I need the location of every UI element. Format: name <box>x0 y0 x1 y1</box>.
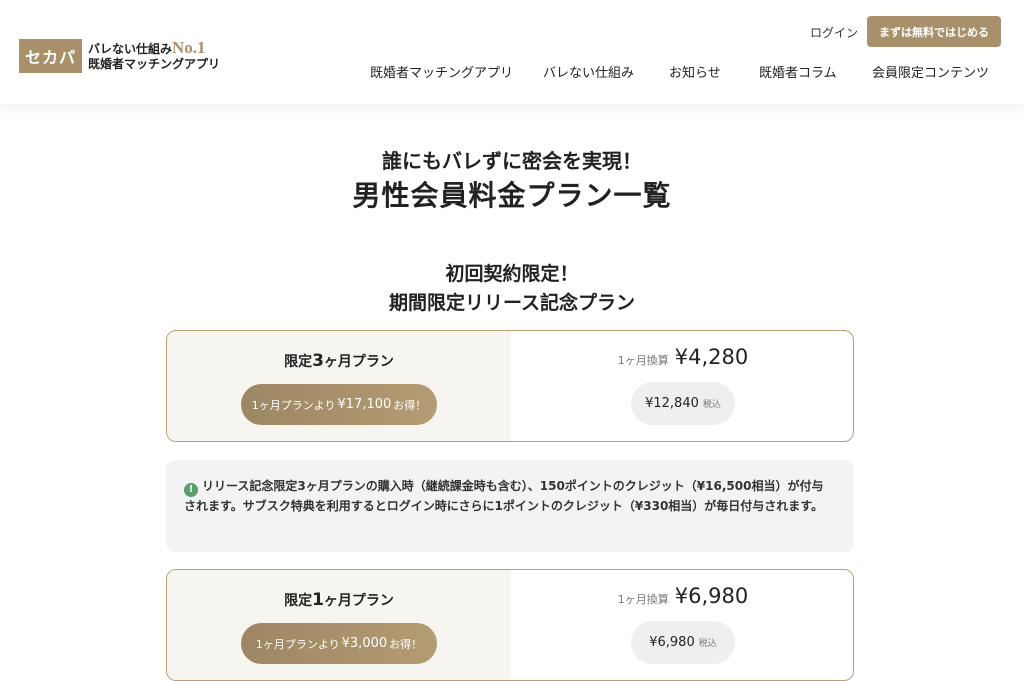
monthly-price: 1ヶ月換算 ¥6,980 <box>617 584 749 608</box>
section-heading-first: 初回契約限定！ <box>445 263 579 285</box>
start-free-button[interactable]: まずは無料ではじめる <box>867 16 1001 47</box>
main-nav: 既婚者マッチングアプリ バレない仕組み お知らせ 既婚者コラム 会員限定コンテン… <box>0 62 1024 82</box>
logo-line1: バレない仕組み <box>88 42 173 56</box>
nav-item-mechanism[interactable]: バレない仕組み <box>543 62 634 81</box>
plan-info: 限定3ヶ月プラン 1ヶ月プランより ¥17,100 お得！ <box>167 331 511 441</box>
total-price: ¥6,980 税込 <box>631 621 735 664</box>
plan-name: 限定3ヶ月プラン <box>284 351 394 371</box>
plan-name: 限定1ヶ月プラン <box>284 590 394 610</box>
page-subtitle: 誰にもバレずに密会を実現！ <box>382 149 642 173</box>
plan-info: 限定1ヶ月プラン 1ヶ月プランより ¥3,000 お得！ <box>167 570 511 680</box>
plan-card-1month[interactable]: 限定1ヶ月プラン 1ヶ月プランより ¥3,000 お得！ 1ヶ月換算 ¥6,980 ¥… <box>166 569 854 681</box>
logo-no1: No.1 <box>172 38 206 57</box>
site-header: セカパ バレない仕組みNo.1 既婚者マッチングアプリ ログイン まずは無料では… <box>0 0 1024 104</box>
nav-item-matching-app[interactable]: 既婚者マッチングアプリ <box>370 62 513 81</box>
savings-badge: 1ヶ月プランより ¥17,100 お得！ <box>241 384 437 425</box>
plan-pricing: 1ヶ月換算 ¥4,280 ¥12,840 税込 <box>511 331 853 441</box>
login-link[interactable]: ログイン <box>810 24 858 41</box>
nav-item-member-content[interactable]: 会員限定コンテンツ <box>872 62 989 81</box>
nav-item-column[interactable]: 既婚者コラム <box>759 62 837 81</box>
total-price: ¥12,840 税込 <box>631 382 735 425</box>
page-title: 男性会員料金プラン一覧 <box>352 179 672 212</box>
plan-pricing: 1ヶ月換算 ¥6,980 ¥6,980 税込 <box>511 570 853 680</box>
plan-card-3month[interactable]: 限定3ヶ月プラン 1ヶ月プランより ¥17,100 お得！ 1ヶ月換算 ¥4,280 … <box>166 330 854 442</box>
credit-notice: ! リリース記念限定3ヶ月プランの購入時（継続課金時も含む）、150ポイントのクレ… <box>166 460 854 552</box>
notice-text: リリース記念限定3ヶ月プランの購入時（継続課金時も含む）、150ポイントのクレジ… <box>184 479 824 513</box>
nav-item-news[interactable]: お知らせ <box>669 62 721 81</box>
savings-badge: 1ヶ月プランより ¥3,000 お得！ <box>241 623 437 664</box>
info-icon: ! <box>184 483 198 497</box>
section-heading-second: 期間限定リリース記念プラン <box>388 292 636 314</box>
monthly-price: 1ヶ月換算 ¥4,280 <box>617 345 749 369</box>
